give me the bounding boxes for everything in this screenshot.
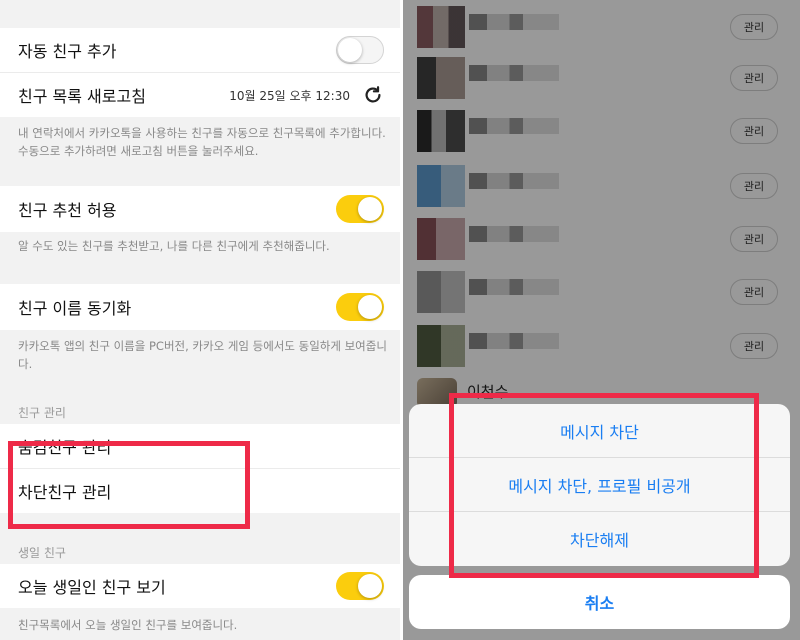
name-sync-label: 친구 이름 동기화 [18,299,132,318]
birthday-row: 오늘 생일인 친구 보기 [0,564,400,608]
auto-add-row: 자동 친구 추가 [0,28,400,72]
refresh-label: 친구 목록 새로고침 [18,87,146,106]
birthday-label: 오늘 생일인 친구 보기 [18,578,166,597]
recommend-description: 알 수도 있는 친구를 추천받고, 나를 다른 친구에게 추천해줍니다. [18,239,330,253]
recommend-label: 친구 추천 허용 [18,201,117,220]
name-sync-toggle[interactable] [336,293,384,321]
cancel-button[interactable]: 취소 [409,575,790,629]
section-title-friend-manage: 친구 관리 [18,406,66,420]
birthday-description: 친구목록에서 오늘 생일인 친구를 보여줍니다. [18,618,238,632]
toggle-knob [338,37,362,62]
auto-add-toggle[interactable] [336,36,384,64]
blocked-friends-panel: 관리 관리 관리 관리 관리 관리 관리 이천수 메시지 차단 메시지 차단, … [403,0,800,640]
name-sync-description: 카카오톡 앱의 친구 이름을 PC버전, 카카오 게임 등에서도 동일하게 보여… [18,339,387,371]
toggle-knob [358,295,382,319]
toggle-knob [358,197,382,221]
name-sync-row: 친구 이름 동기화 [0,284,400,330]
refresh-row: 친구 목록 새로고침 10월 25일 오후 12:30 [0,73,400,117]
refresh-icon[interactable] [362,84,384,106]
birthday-toggle[interactable] [336,572,384,600]
highlight-box-blocked-friends [8,441,250,529]
section-title-birthday: 생일 친구 [18,546,66,560]
recommend-toggle[interactable] [336,195,384,223]
highlight-box-action-sheet [449,393,759,578]
auto-add-description: 내 연락처에서 카카오톡을 사용하는 친구를 자동으로 친구목록에 추가합니다.… [18,126,386,158]
auto-add-label: 자동 친구 추가 [18,42,117,61]
friend-settings-panel: 자동 친구 추가 친구 목록 새로고침 10월 25일 오후 12:30 내 연… [0,0,400,640]
toggle-knob [358,574,382,598]
refresh-timestamp: 10월 25일 오후 12:30 [229,88,350,103]
recommend-row: 친구 추천 허용 [0,186,400,232]
